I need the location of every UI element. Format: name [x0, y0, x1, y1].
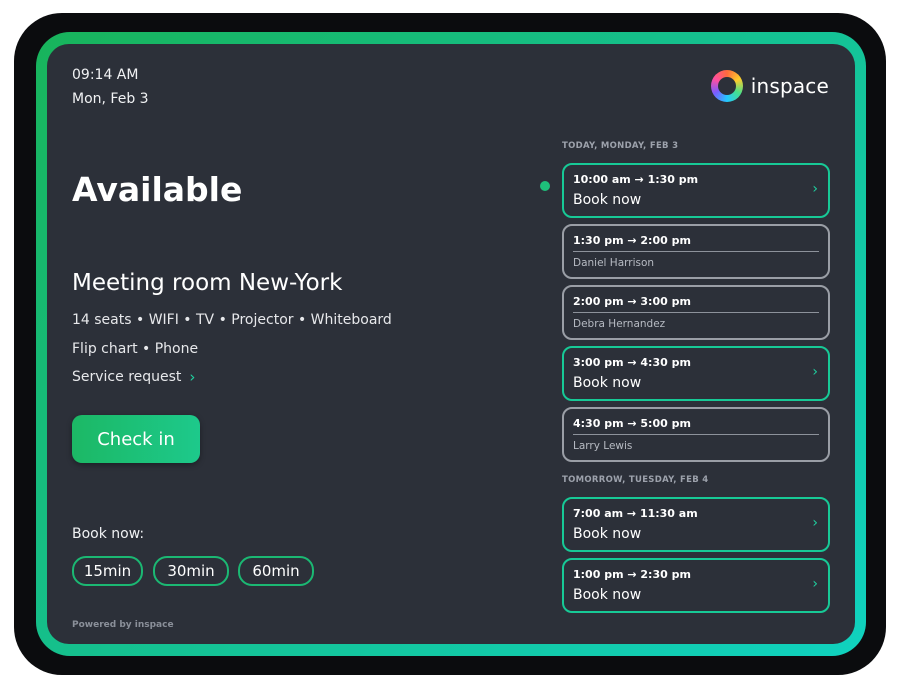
- book-30min-button[interactable]: 30min: [153, 556, 229, 586]
- current-time: 09:14 AM: [72, 67, 139, 83]
- slot-time: 3:00 pm → 4:30 pm: [573, 356, 691, 369]
- slot-today-1[interactable]: 10:00 am → 1:30 pm Book now ›: [562, 163, 830, 218]
- slot-time: 1:30 pm → 2:00 pm: [573, 234, 691, 247]
- slot-today-2[interactable]: 1:30 pm → 2:00 pm Daniel Harrison: [562, 224, 830, 279]
- chevron-right-icon: ›: [812, 364, 818, 380]
- service-request-link[interactable]: Service request ›: [72, 368, 195, 386]
- service-request-label: Service request: [72, 369, 182, 385]
- book-60min-button[interactable]: 60min: [238, 556, 314, 586]
- room-amenities-line2: Flip chart • Phone: [72, 341, 199, 357]
- current-date: Mon, Feb 3: [72, 91, 149, 107]
- brand-name: inspace: [750, 74, 829, 98]
- slot-divider: [573, 251, 819, 252]
- slot-time: 10:00 am → 1:30 pm: [573, 173, 699, 186]
- slot-today-5[interactable]: 4:30 pm → 5:00 pm Larry Lewis: [562, 407, 830, 462]
- slot-divider: [573, 312, 819, 313]
- slot-organizer: Larry Lewis: [573, 440, 633, 452]
- slot-tomorrow-2[interactable]: 1:00 pm → 2:30 pm Book now ›: [562, 558, 830, 613]
- slot-time: 2:00 pm → 3:00 pm: [573, 295, 691, 308]
- slot-book-now: Book now: [573, 375, 642, 391]
- slot-book-now: Book now: [573, 587, 642, 603]
- slot-book-now: Book now: [573, 192, 642, 208]
- book-now-label: Book now:: [72, 526, 145, 542]
- slot-today-3[interactable]: 2:00 pm → 3:00 pm Debra Hernandez: [562, 285, 830, 340]
- chevron-right-icon: ›: [189, 368, 196, 386]
- room-display-screen: 09:14 AM Mon, Feb 3 inspace Available Me…: [47, 44, 855, 644]
- slot-today-4[interactable]: 3:00 pm → 4:30 pm Book now ›: [562, 346, 830, 401]
- slot-time: 7:00 am → 11:30 am: [573, 507, 698, 520]
- inspace-ring-logo-icon: [710, 70, 743, 102]
- slot-book-now: Book now: [573, 526, 642, 542]
- current-slot-indicator: [540, 181, 550, 191]
- check-in-button[interactable]: Check in: [72, 415, 200, 463]
- brand: inspace: [710, 70, 829, 102]
- today-label: TODAY, MONDAY, FEB 3: [562, 141, 679, 151]
- slot-tomorrow-1[interactable]: 7:00 am → 11:30 am Book now ›: [562, 497, 830, 552]
- room-amenities-line1: 14 seats • WIFI • TV • Projector • White…: [72, 312, 392, 328]
- tomorrow-label: TOMORROW, TUESDAY, FEB 4: [562, 475, 709, 485]
- slot-organizer: Daniel Harrison: [573, 257, 655, 269]
- chevron-right-icon: ›: [812, 515, 818, 531]
- slot-divider: [573, 434, 819, 435]
- slot-organizer: Debra Hernandez: [573, 318, 666, 330]
- book-15min-button[interactable]: 15min: [72, 556, 143, 586]
- chevron-right-icon: ›: [812, 576, 818, 592]
- powered-by: Powered by inspace: [72, 620, 174, 630]
- room-status: Available: [72, 170, 243, 209]
- room-name: Meeting room New-York: [72, 270, 343, 296]
- chevron-right-icon: ›: [812, 181, 818, 197]
- slot-time: 1:00 pm → 2:30 pm: [573, 568, 691, 581]
- slot-time: 4:30 pm → 5:00 pm: [573, 417, 691, 430]
